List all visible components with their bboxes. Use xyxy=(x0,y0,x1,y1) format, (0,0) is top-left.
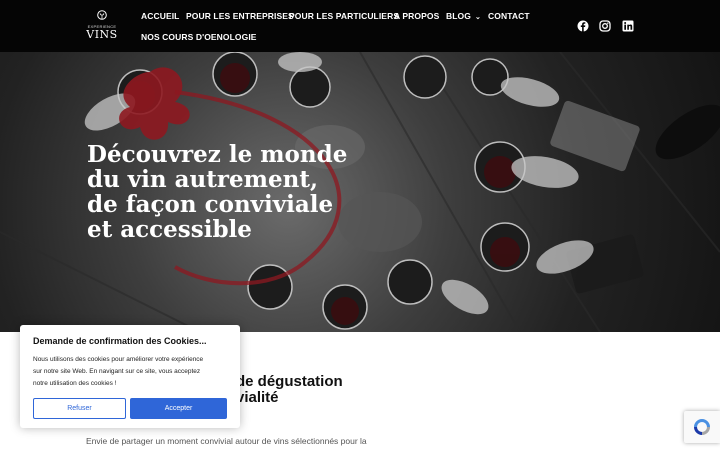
section-intro-text: Envie de partager un moment convivial au… xyxy=(86,436,367,446)
cookie-consent-dialog: Demande de confirmation des Cookies... N… xyxy=(20,325,240,428)
site-header: EXPERIENCE VINS ACCUEIL POUR LES ENTREPR… xyxy=(0,0,720,52)
section-title: de dégustation vialité xyxy=(236,374,436,406)
hero-title-line: et accessible xyxy=(87,216,252,243)
facebook-icon[interactable] xyxy=(577,20,589,32)
nav-nos-cours-oenologie[interactable]: NOS COURS D'OENOLOGIE xyxy=(141,32,257,42)
cookie-body-line: Nous utilisons des cookies pour améliore… xyxy=(33,356,204,363)
cookie-body-line: sur notre site Web. En navigant sur ce s… xyxy=(33,368,201,375)
section-title-line: de dégustation xyxy=(236,373,343,390)
accept-cookies-button[interactable]: Accepter xyxy=(130,398,227,419)
hero-title-line: de façon conviviale xyxy=(87,191,334,218)
nav-a-propos[interactable]: A PROPOS xyxy=(394,11,439,21)
nav-pour-les-particuliers[interactable]: POUR LES PARTICULIERS xyxy=(289,11,399,21)
cookie-dialog-title: Demande de confirmation des Cookies... xyxy=(33,336,207,346)
hero-banner: Découvrez le monde du vin autrement, de … xyxy=(0,52,720,332)
instagram-icon[interactable] xyxy=(599,20,611,32)
recaptcha-badge[interactable] xyxy=(684,411,720,443)
hero-title-line: Découvrez le monde xyxy=(87,141,348,168)
site-logo[interactable]: EXPERIENCE VINS xyxy=(86,10,118,44)
recaptcha-icon xyxy=(694,419,710,435)
cookie-dialog-body: Nous utilisons des cookies pour améliore… xyxy=(33,354,229,390)
nav-accueil[interactable]: ACCUEIL xyxy=(141,11,179,21)
nav-pour-les-entreprises[interactable]: POUR LES ENTREPRISES xyxy=(186,11,294,21)
hero-title: Découvrez le monde du vin autrement, de … xyxy=(87,142,367,242)
wine-glass-logo-icon xyxy=(97,10,107,20)
nav-blog[interactable]: BLOG ⌄ xyxy=(446,11,481,21)
section-title-line: vialité xyxy=(236,389,279,406)
nav-contact[interactable]: CONTACT xyxy=(488,11,530,21)
linkedin-icon[interactable] xyxy=(622,20,634,32)
logo-big-text: VINS xyxy=(86,28,118,41)
refuse-cookies-button[interactable]: Refuser xyxy=(33,398,126,419)
hero-title-line: du vin autrement, xyxy=(87,166,318,193)
chevron-down-icon: ⌄ xyxy=(474,14,481,21)
cookie-body-line: notre utilisation des cookies ! xyxy=(33,380,117,387)
nav-blog-label: BLOG xyxy=(446,11,471,21)
